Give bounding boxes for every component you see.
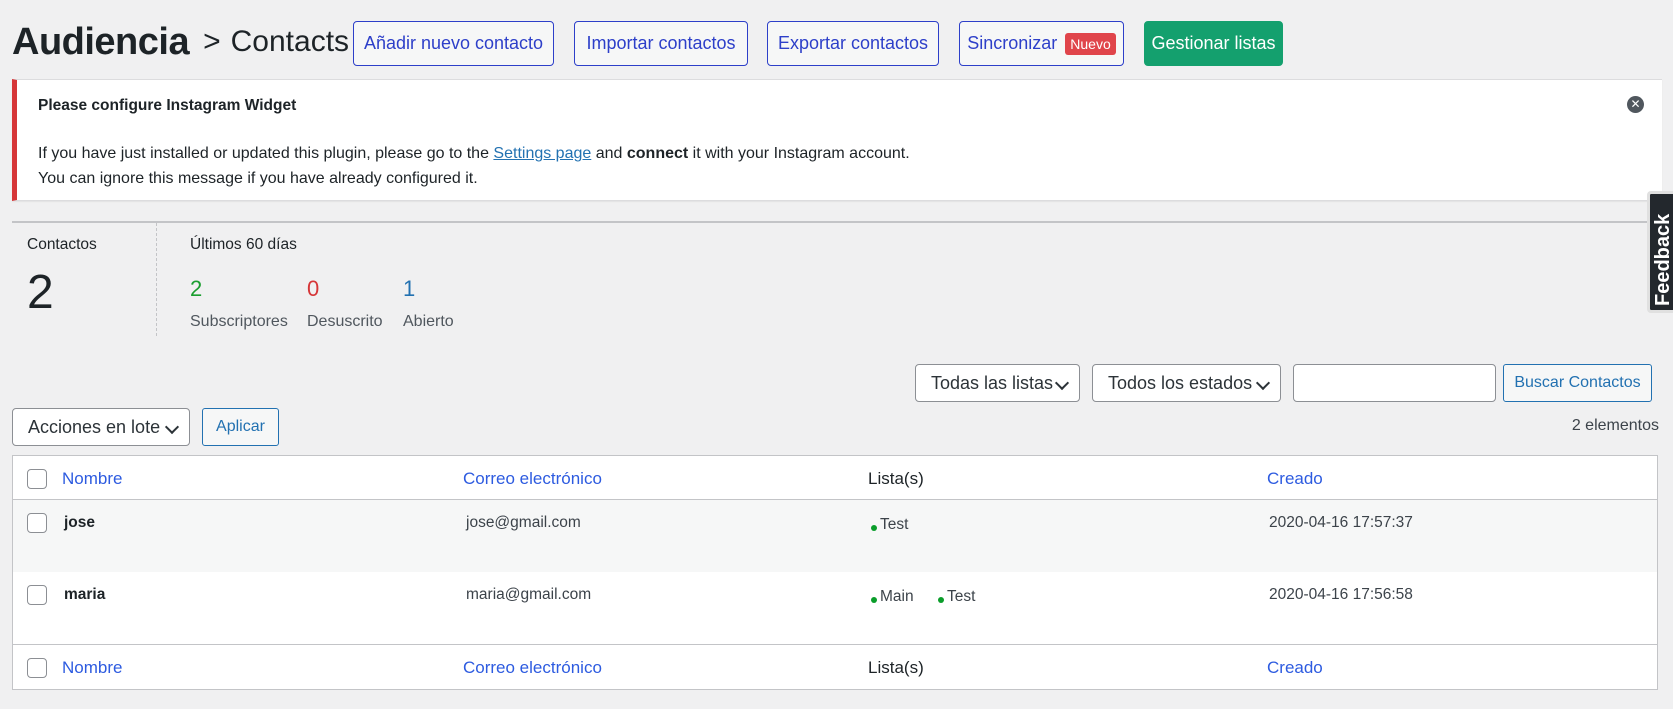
list-tag-label: Main xyxy=(880,588,914,605)
page-title: Audiencia xyxy=(12,20,190,63)
column-email[interactable]: Correo electrónico xyxy=(463,658,602,678)
status-dot-icon xyxy=(871,597,877,603)
new-badge: Nuevo xyxy=(1065,32,1116,55)
list-tag-label: Test xyxy=(947,588,976,605)
sync-button-label: Sincronizar xyxy=(967,33,1058,53)
column-created[interactable]: Creado xyxy=(1267,658,1323,678)
stats-divider xyxy=(156,223,157,336)
feedback-label: Feedback xyxy=(1652,213,1673,306)
bulk-actions-value: Acciones en lote xyxy=(28,416,161,437)
unsubscribed-count: 0 xyxy=(307,276,320,301)
notice-message-2: You can ignore this message if you have … xyxy=(38,170,478,187)
close-circle-icon[interactable]: ✕ xyxy=(1627,96,1644,113)
import-contacts-button[interactable]: Importar contactos xyxy=(574,21,748,66)
column-lists: Lista(s) xyxy=(868,469,924,488)
feedback-tab[interactable]: Feedback xyxy=(1647,191,1673,313)
row-checkbox[interactable] xyxy=(27,585,47,605)
column-lists: Lista(s) xyxy=(868,658,924,677)
apply-button[interactable]: Aplicar xyxy=(202,408,279,446)
bulk-actions-select[interactable]: Acciones en lote xyxy=(12,408,190,446)
period-label: Últimos 60 días xyxy=(190,236,297,253)
status-filter-select[interactable]: Todos los estados xyxy=(1092,364,1281,402)
add-contact-button[interactable]: Añadir nuevo contacto xyxy=(353,21,554,66)
page-header: Audiencia > Contacts xyxy=(12,16,349,68)
instagram-notice: Please configure Instagram Widget If you… xyxy=(12,79,1662,201)
notice-text: If you have just installed or updated th… xyxy=(38,145,494,162)
contact-name[interactable]: jose xyxy=(64,514,95,532)
manage-lists-button[interactable]: Gestionar listas xyxy=(1144,21,1283,66)
list-tag: Test xyxy=(938,588,975,606)
select-all-checkbox[interactable] xyxy=(27,658,47,678)
contact-email: maria@gmail.com xyxy=(466,586,592,603)
column-name[interactable]: Nombre xyxy=(62,469,122,489)
contacts-label: Contactos xyxy=(27,236,97,253)
column-email[interactable]: Correo electrónico xyxy=(463,469,602,489)
lists-filter-select[interactable]: Todas las listas xyxy=(915,364,1080,402)
stats-divider-line xyxy=(12,221,1662,223)
status-dot-icon xyxy=(938,597,944,603)
notice-bold-text: connect xyxy=(626,145,689,162)
contact-name[interactable]: maria xyxy=(64,586,105,604)
export-contacts-button[interactable]: Exportar contactos xyxy=(767,21,939,66)
page-subtitle: Contacts xyxy=(230,25,350,58)
contacts-table: Nombre Correo electrónico Lista(s) Cread… xyxy=(12,455,1658,690)
contact-email: jose@gmail.com xyxy=(466,514,581,531)
list-tag: Test xyxy=(871,516,908,534)
column-name[interactable]: Nombre xyxy=(62,658,122,678)
column-created[interactable]: Creado xyxy=(1267,469,1323,489)
sync-button[interactable]: Sincronizar Nuevo xyxy=(959,21,1124,66)
chevron-down-icon xyxy=(1255,375,1271,391)
contact-created: 2020-04-16 17:56:58 xyxy=(1269,586,1413,603)
breadcrumb-separator: > xyxy=(203,25,221,58)
notice-title: Please configure Instagram Widget xyxy=(38,97,297,114)
table-header: Nombre Correo electrónico Lista(s) Cread… xyxy=(13,456,1657,500)
items-count: 2 elementos xyxy=(1571,417,1659,434)
table-row: maria maria@gmail.com Main Test 2020-04-… xyxy=(13,572,1657,644)
unsubscribed-label: Desuscrito xyxy=(307,313,383,330)
contact-created: 2020-04-16 17:57:37 xyxy=(1269,514,1413,531)
notice-text: it with your Instagram account. xyxy=(688,145,910,162)
chevron-down-icon xyxy=(1054,375,1070,391)
notice-text: and xyxy=(591,145,627,162)
open-count: 1 xyxy=(403,276,416,301)
subscribed-count: 2 xyxy=(190,276,203,301)
contacts-count: 2 xyxy=(27,266,54,319)
row-checkbox[interactable] xyxy=(27,513,47,533)
notice-message: If you have just installed or updated th… xyxy=(38,145,910,163)
lists-filter-value: Todas las listas xyxy=(931,372,1054,393)
chevron-down-icon xyxy=(164,419,180,435)
status-filter-value: Todos los estados xyxy=(1108,372,1253,393)
search-contacts-button[interactable]: Buscar Contactos xyxy=(1503,364,1652,402)
list-tag: Main xyxy=(871,588,914,606)
open-label: Abierto xyxy=(403,313,454,330)
table-footer: Nombre Correo electrónico Lista(s) Cread… xyxy=(13,644,1657,690)
table-row: jose jose@gmail.com Test 2020-04-16 17:5… xyxy=(13,500,1657,572)
list-tag-label: Test xyxy=(880,516,909,533)
status-dot-icon xyxy=(871,525,877,531)
select-all-checkbox[interactable] xyxy=(27,469,47,489)
subscribed-label: Subscriptores xyxy=(190,313,288,330)
settings-page-link[interactable]: Settings page xyxy=(493,145,591,162)
search-input[interactable] xyxy=(1293,364,1496,402)
